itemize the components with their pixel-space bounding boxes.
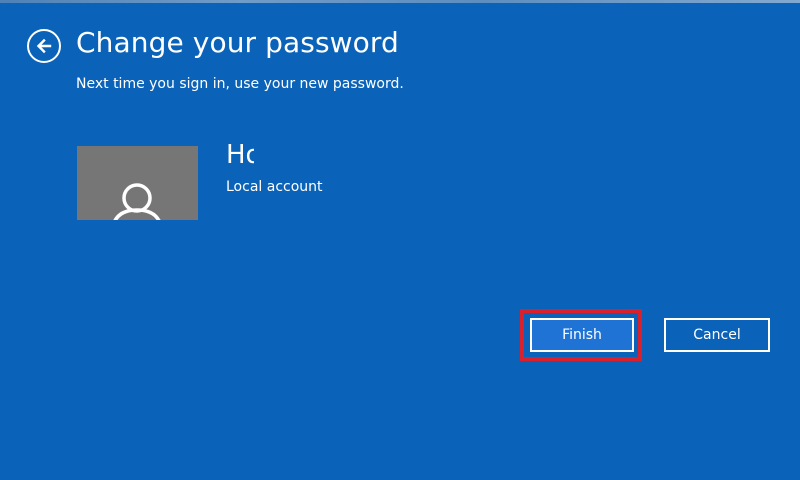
finish-button[interactable]: Finish: [530, 318, 634, 352]
account-name: Ho: [226, 140, 254, 170]
avatar: [77, 146, 198, 220]
back-button[interactable]: [27, 29, 61, 63]
account-type: Local account: [226, 179, 323, 195]
page-subtitle: Next time you sign in, use your new pass…: [76, 76, 404, 92]
top-strip: [0, 0, 800, 3]
cancel-button[interactable]: Cancel: [664, 318, 770, 352]
page-title: Change your password: [76, 26, 399, 59]
back-arrow-icon: [36, 38, 52, 54]
user-icon: [113, 183, 161, 220]
